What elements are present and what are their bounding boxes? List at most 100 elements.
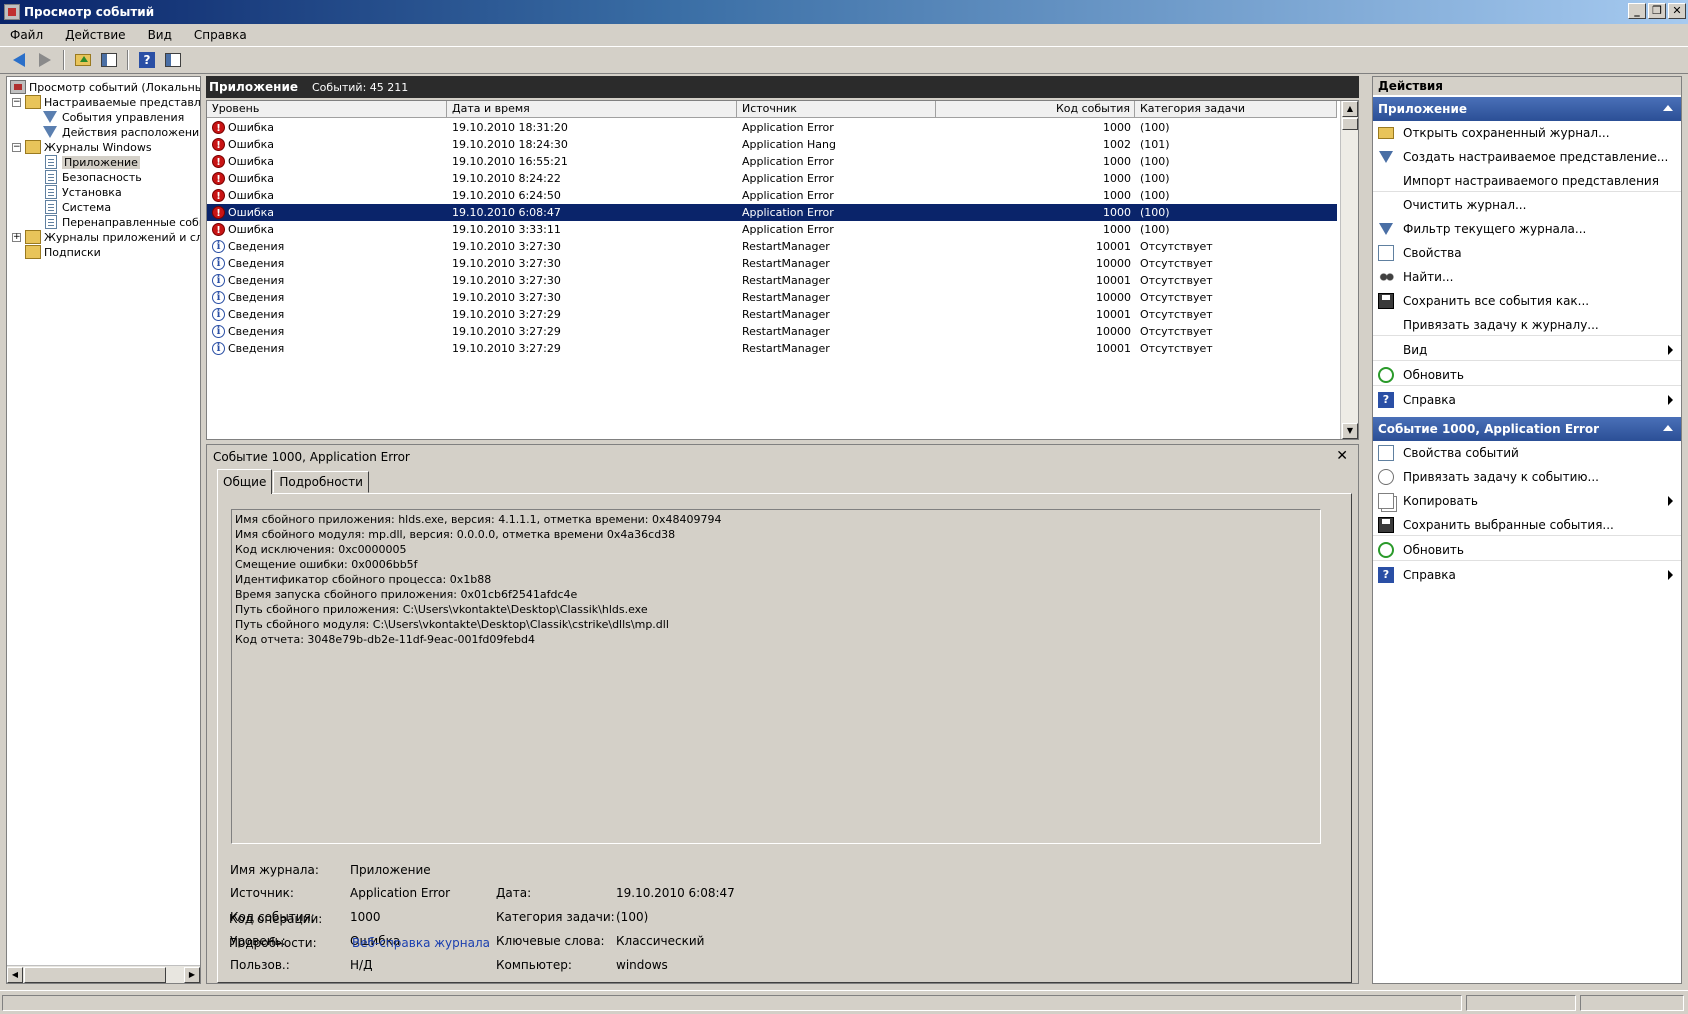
scroll-thumb[interactable] — [24, 967, 166, 983]
close-button[interactable]: ✕ — [1668, 3, 1686, 19]
action-open-saved-log[interactable]: Открыть сохраненный журнал... — [1373, 122, 1681, 144]
tree-item-setup[interactable]: Установка — [43, 184, 122, 200]
general-tab-content: Имя сбойного приложения: hlds.exe, верси… — [217, 493, 1352, 983]
tree-item-windows-logs[interactable]: − Журналы Windows — [12, 139, 152, 155]
table-row[interactable]: i Сведения 19.10.2010 3:27:30 RestartManage… — [207, 255, 1337, 272]
table-row[interactable]: i Сведения 19.10.2010 3:27:30 RestartManage… — [207, 272, 1337, 289]
tree-horizontal-scrollbar[interactable]: ◀ ▶ — [7, 965, 200, 983]
cell-event-id: 10001 — [1096, 308, 1131, 321]
label-computer: Компьютер: — [496, 958, 572, 972]
action-help[interactable]: ? Справка — [1373, 389, 1681, 411]
error-icon: ! — [212, 155, 225, 168]
up-folder-button[interactable] — [72, 49, 94, 71]
column-level[interactable]: Уровень — [207, 101, 447, 118]
action-help-event[interactable]: ? Справка — [1373, 564, 1681, 586]
action-attach-task-to-log[interactable]: Привязать задачу к журналу... — [1373, 314, 1681, 336]
tree-item-root[interactable]: Просмотр событий (Локальный) — [10, 79, 200, 95]
forward-button[interactable] — [34, 49, 56, 71]
table-row[interactable]: i Сведения 19.10.2010 3:27:29 RestartManage… — [207, 340, 1337, 357]
table-row[interactable]: ! Ошибка 19.10.2010 8:24:22 Application Err… — [207, 170, 1337, 187]
tree-item-admin-events[interactable]: События управления — [43, 109, 184, 125]
table-row[interactable]: ! Ошибка 19.10.2010 18:24:30 Application Ha… — [207, 136, 1337, 153]
action-event-properties[interactable]: Свойства событий — [1373, 442, 1681, 464]
column-date[interactable]: Дата и время — [447, 101, 737, 118]
table-row[interactable]: ! Ошибка 19.10.2010 6:08:47 Application Err… — [207, 204, 1337, 221]
scroll-left-button[interactable]: ◀ — [7, 967, 23, 983]
cell-level: ! Ошибка — [207, 206, 447, 219]
action-refresh[interactable]: Обновить — [1373, 364, 1681, 386]
collapse-icon[interactable]: − — [12, 97, 21, 107]
cell-task-category: Отсутствует — [1140, 257, 1213, 270]
collapse-chevron-icon[interactable] — [1663, 105, 1673, 111]
menu-help[interactable]: Справка — [190, 26, 251, 44]
value-date: 19.10.2010 6:08:47 — [616, 886, 735, 900]
action-label: Вид — [1403, 342, 1428, 357]
table-row[interactable]: i Сведения 19.10.2010 3:27:30 RestartManage… — [207, 238, 1337, 255]
minimize-button[interactable]: _ — [1628, 3, 1646, 19]
table-row[interactable]: i Сведения 19.10.2010 3:27:30 RestartManage… — [207, 289, 1337, 306]
action-attach-task-to-event[interactable]: Привязать задачу к событию... — [1373, 466, 1681, 488]
label-event-id: Код события: — [230, 910, 315, 924]
action-properties[interactable]: Свойства — [1373, 242, 1681, 264]
cell-source: RestartManager — [742, 342, 830, 355]
cell-date: 19.10.2010 3:27:29 — [452, 342, 561, 355]
cell-task-category: Отсутствует — [1140, 274, 1213, 287]
action-view[interactable]: Вид — [1373, 339, 1681, 361]
tree-item-application[interactable]: Приложение — [43, 154, 140, 170]
column-event-id[interactable]: Код события — [936, 101, 1135, 118]
tree-item-subscriptions[interactable]: Подписки — [25, 244, 101, 260]
submenu-arrow-icon — [1668, 496, 1673, 506]
title-bar: Просмотр событий _ ❐ ✕ — [0, 0, 1688, 24]
column-task-category[interactable]: Категория задачи — [1135, 101, 1337, 118]
table-row[interactable]: ! Ошибка 19.10.2010 18:31:20 Application Er… — [207, 119, 1337, 136]
tree-item-security[interactable]: Безопасность — [43, 169, 142, 185]
back-button[interactable] — [8, 49, 30, 71]
action-create-custom-view[interactable]: Создать настраиваемое представление... — [1373, 146, 1681, 168]
help-button[interactable]: ? — [136, 49, 158, 71]
actions-section-application[interactable]: Приложение — [1373, 97, 1681, 121]
events-vertical-scrollbar[interactable]: ▲ ▼ — [1340, 101, 1358, 439]
menu-file[interactable]: Файл — [6, 26, 47, 44]
scroll-down-button[interactable]: ▼ — [1342, 423, 1358, 439]
tab-details[interactable]: Подробности — [273, 471, 369, 493]
action-filter-current-log[interactable]: Фильтр текущего журнала... — [1373, 218, 1681, 240]
event-description[interactable]: Имя сбойного приложения: hlds.exe, верси… — [231, 509, 1321, 844]
tree-item-custom-views[interactable]: − Настраиваемые представления — [12, 94, 200, 110]
action-save-all-events[interactable]: Сохранить все события как... — [1373, 290, 1681, 312]
cell-date: 19.10.2010 6:08:47 — [452, 206, 561, 219]
action-refresh-event[interactable]: Обновить — [1373, 539, 1681, 561]
show-hide-actions-button[interactable] — [162, 49, 184, 71]
actions-section-event[interactable]: Событие 1000, Application Error — [1373, 417, 1681, 441]
action-import-custom-view[interactable]: Импорт настраиваемого представления — [1373, 170, 1681, 192]
menu-action[interactable]: Действие — [61, 26, 129, 44]
tree-item-system[interactable]: Система — [43, 199, 111, 215]
table-row[interactable]: ! Ошибка 19.10.2010 16:55:21 Application Er… — [207, 153, 1337, 170]
tree-item-forwarded-events[interactable]: Перенаправленные события — [43, 214, 200, 230]
scroll-up-button[interactable]: ▲ — [1342, 101, 1358, 117]
show-hide-tree-button[interactable] — [98, 49, 120, 71]
menu-view[interactable]: Вид — [144, 26, 176, 44]
collapse-icon[interactable]: − — [12, 142, 21, 152]
restore-button[interactable]: ❐ — [1648, 3, 1666, 19]
collapse-chevron-icon[interactable] — [1663, 425, 1673, 431]
scroll-thumb[interactable] — [1342, 118, 1358, 130]
action-find[interactable]: Найти... — [1373, 266, 1681, 288]
action-save-selected-events[interactable]: Сохранить выбранные события... — [1373, 514, 1681, 536]
tree-item-location-actions[interactable]: Действия расположения — [43, 124, 200, 140]
close-icon[interactable]: ✕ — [1336, 448, 1348, 464]
action-clear-log[interactable]: Очистить журнал... — [1373, 194, 1681, 216]
expand-icon[interactable]: + — [12, 232, 21, 242]
event-log-online-help-link[interactable]: Веб-справка журнала — [352, 936, 490, 950]
label-source: Источник: — [230, 886, 294, 900]
table-row[interactable]: ! Ошибка 19.10.2010 6:24:50 Application Err… — [207, 187, 1337, 204]
console-tree-pane: Просмотр событий (Локальный) − Настраива… — [6, 76, 201, 984]
table-row[interactable]: ! Ошибка 19.10.2010 3:33:11 Application Err… — [207, 221, 1337, 238]
cell-level: ! Ошибка — [207, 138, 447, 151]
tab-general[interactable]: Общие — [217, 469, 273, 494]
tree-item-apps-services-logs[interactable]: + Журналы приложений и служб — [12, 229, 200, 245]
table-row[interactable]: i Сведения 19.10.2010 3:27:29 RestartManage… — [207, 306, 1337, 323]
column-source[interactable]: Источник — [737, 101, 936, 118]
table-row[interactable]: i Сведения 19.10.2010 3:27:29 RestartManage… — [207, 323, 1337, 340]
scroll-right-button[interactable]: ▶ — [184, 967, 200, 983]
action-copy[interactable]: Копировать — [1373, 490, 1681, 512]
